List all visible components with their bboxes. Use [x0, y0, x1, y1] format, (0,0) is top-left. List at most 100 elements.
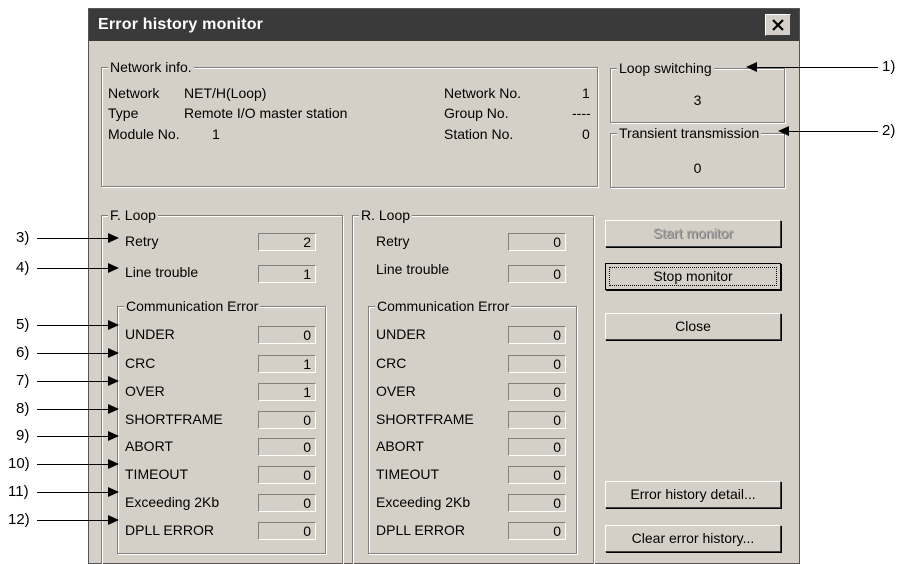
- error-history-detail-label: Error history detail...: [630, 486, 756, 502]
- f-error-label: DPLL ERROR: [125, 522, 214, 538]
- f-loop-label: F. Loop: [108, 207, 158, 223]
- f-communication-error-label: Communication Error: [124, 298, 261, 314]
- callout-label-3: 3): [16, 229, 30, 246]
- type-value: Remote I/O master station: [184, 105, 348, 121]
- r-error-value: 0: [508, 355, 566, 373]
- r-error-label: DPLL ERROR: [376, 522, 465, 538]
- f-error-value: 0: [258, 522, 316, 540]
- callout-label-1: 1): [882, 58, 896, 75]
- callout-arrow-12: [108, 515, 119, 525]
- r-loop-group: R. Loop Retry 0 Line trouble 0 Communica…: [352, 207, 594, 564]
- callout-label-11: 11): [8, 483, 29, 500]
- r-error-label: UNDER: [376, 326, 426, 342]
- loop-switching-label: Loop switching: [617, 60, 714, 76]
- close-window-button[interactable]: [765, 14, 791, 36]
- callout-arrow-7: [108, 376, 119, 386]
- f-error-value: 0: [258, 494, 316, 512]
- r-loop-label: R. Loop: [359, 207, 413, 223]
- r-error-value: 0: [508, 438, 566, 456]
- callout-arrow-6: [108, 348, 119, 358]
- f-communication-error-group: Communication Error UNDER 0 CRC 1 OVER 1…: [117, 298, 326, 554]
- loop-switching-group: Loop switching 3: [610, 60, 785, 123]
- r-error-value: 0: [508, 326, 566, 344]
- callout-label-7: 7): [16, 372, 30, 389]
- transient-transmission-label: Transient transmission: [617, 125, 762, 141]
- r-error-value: 0: [508, 466, 566, 484]
- callout-arrow-11: [108, 487, 119, 497]
- r-error-value: 0: [508, 522, 566, 540]
- group-no-label: Group No.: [444, 105, 509, 121]
- callout-label-5: 5): [16, 316, 30, 333]
- start-monitor-label: Start monitor: [652, 225, 734, 241]
- network-value: NET/H(Loop): [184, 85, 267, 101]
- callout-line-10: [37, 464, 109, 465]
- r-error-label: ABORT: [376, 438, 424, 454]
- network-no-label: Network No.: [444, 85, 522, 101]
- f-error-value: 0: [258, 326, 316, 344]
- callout-label-12: 12): [8, 511, 30, 528]
- close-button[interactable]: Close: [605, 313, 781, 340]
- clear-error-history-label: Clear error history...: [631, 530, 755, 546]
- callout-arrow-5: [108, 320, 119, 330]
- start-monitor-button[interactable]: Start monitor: [605, 220, 781, 247]
- error-history-detail-button[interactable]: Error history detail...: [605, 481, 781, 508]
- f-error-value: 0: [258, 466, 316, 484]
- f-loop-group: F. Loop Retry 2 Line trouble 1 Communica…: [101, 207, 343, 564]
- callout-line-12: [37, 520, 109, 521]
- station-no-value: 0: [582, 126, 590, 142]
- f-error-value: 1: [258, 383, 316, 401]
- callout-label-10: 10): [8, 455, 30, 472]
- callout-arrow-9: [108, 431, 119, 441]
- callout-line-2: [788, 131, 878, 132]
- f-error-label: UNDER: [125, 326, 175, 342]
- callout-label-4: 4): [16, 259, 30, 276]
- transient-transmission-value: 0: [693, 160, 702, 176]
- f-error-value: 0: [258, 411, 316, 429]
- callout-line-11: [37, 492, 109, 493]
- r-line-trouble-value: 0: [508, 265, 566, 283]
- r-communication-error-label: Communication Error: [375, 298, 512, 314]
- f-error-value: 1: [258, 355, 316, 373]
- close-x-icon: [772, 19, 784, 31]
- r-error-label: CRC: [376, 355, 407, 371]
- callout-label-9: 9): [16, 427, 30, 444]
- network-info-group: Network info. Network NET/H(Loop) Type R…: [101, 59, 598, 187]
- r-line-trouble-label: Line trouble: [376, 261, 450, 277]
- f-error-label: Exceeding 2Kb: [125, 494, 220, 510]
- r-retry-value: 0: [508, 233, 566, 251]
- callout-line-3: [37, 238, 109, 239]
- stop-monitor-label: Stop monitor: [653, 268, 733, 284]
- loop-switching-value: 3: [693, 92, 702, 108]
- callout-line-4: [37, 268, 109, 269]
- dialog-title: Error history monitor: [98, 16, 264, 33]
- f-retry-label: Retry: [125, 233, 159, 249]
- callout-arrow-8: [108, 404, 119, 414]
- f-error-label: SHORTFRAME: [125, 411, 223, 427]
- r-error-label: Exceeding 2Kb: [376, 494, 471, 510]
- f-line-trouble-value: 1: [258, 265, 316, 283]
- r-error-value: 0: [508, 494, 566, 512]
- r-communication-error-group: Communication Error UNDER 0 CRC 0 OVER 0…: [368, 298, 577, 554]
- callout-line-5: [37, 325, 109, 326]
- title-bar[interactable]: Error history monitor: [89, 9, 799, 41]
- callout-arrow-10: [108, 459, 119, 469]
- station-no-label: Station No.: [444, 126, 514, 142]
- f-error-label: TIMEOUT: [125, 466, 188, 482]
- network-info-label: Network info.: [108, 59, 194, 75]
- r-error-value: 0: [508, 411, 566, 429]
- callout-arrow-3: [108, 233, 119, 243]
- r-error-label: SHORTFRAME: [376, 411, 474, 427]
- error-history-monitor-dialog: Error history monitor Network info. Netw…: [88, 8, 800, 564]
- module-no-label: Module No.: [108, 126, 180, 142]
- f-error-label: OVER: [125, 383, 165, 399]
- r-error-value: 0: [508, 383, 566, 401]
- transient-transmission-group: Transient transmission 0: [610, 125, 785, 188]
- f-line-trouble-label: Line trouble: [125, 264, 199, 280]
- callout-label-2: 2): [882, 122, 896, 139]
- clear-error-history-button[interactable]: Clear error history...: [605, 525, 781, 552]
- r-error-label: TIMEOUT: [376, 466, 439, 482]
- callout-arrow-4: [108, 263, 119, 273]
- f-error-label: CRC: [125, 355, 156, 371]
- callout-line-8: [37, 409, 109, 410]
- stop-monitor-button[interactable]: Stop monitor: [605, 263, 781, 290]
